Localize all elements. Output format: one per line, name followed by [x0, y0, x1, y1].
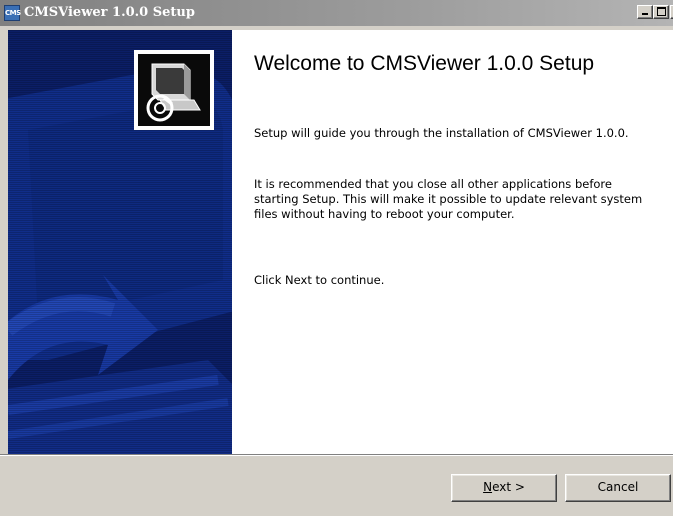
next-label: ext > [492, 480, 525, 494]
recommendation-paragraph: It is recommended that you close all oth… [254, 177, 643, 221]
installer-computer-icon [138, 54, 210, 126]
continue-instruction: Click Next to continue. [254, 273, 385, 287]
welcome-sidebar-graphic [8, 30, 232, 454]
minimize-icon [642, 13, 648, 15]
title-bar[interactable]: CMS CMSViewer 1.0.0 Setup [0, 0, 673, 26]
maximize-icon [656, 7, 666, 16]
welcome-title: Welcome to CMSViewer 1.0.0 Setup [254, 52, 595, 75]
intro-paragraph: Setup will guide you through the install… [254, 126, 629, 140]
cancel-button[interactable]: Cancel [565, 474, 671, 502]
next-mnemonic: N [483, 480, 493, 494]
maximize-button[interactable] [653, 5, 669, 19]
next-button[interactable]: Next > [451, 474, 557, 502]
window-title: CMSViewer 1.0.0 Setup [24, 5, 195, 20]
cms-app-icon[interactable]: CMS [4, 5, 21, 21]
welcome-content: Welcome to CMSViewer 1.0.0 Setup Setup w… [232, 30, 673, 454]
minimize-button[interactable] [637, 5, 653, 19]
button-bar: Next > Cancel [0, 456, 673, 516]
installer-logo [134, 50, 214, 130]
